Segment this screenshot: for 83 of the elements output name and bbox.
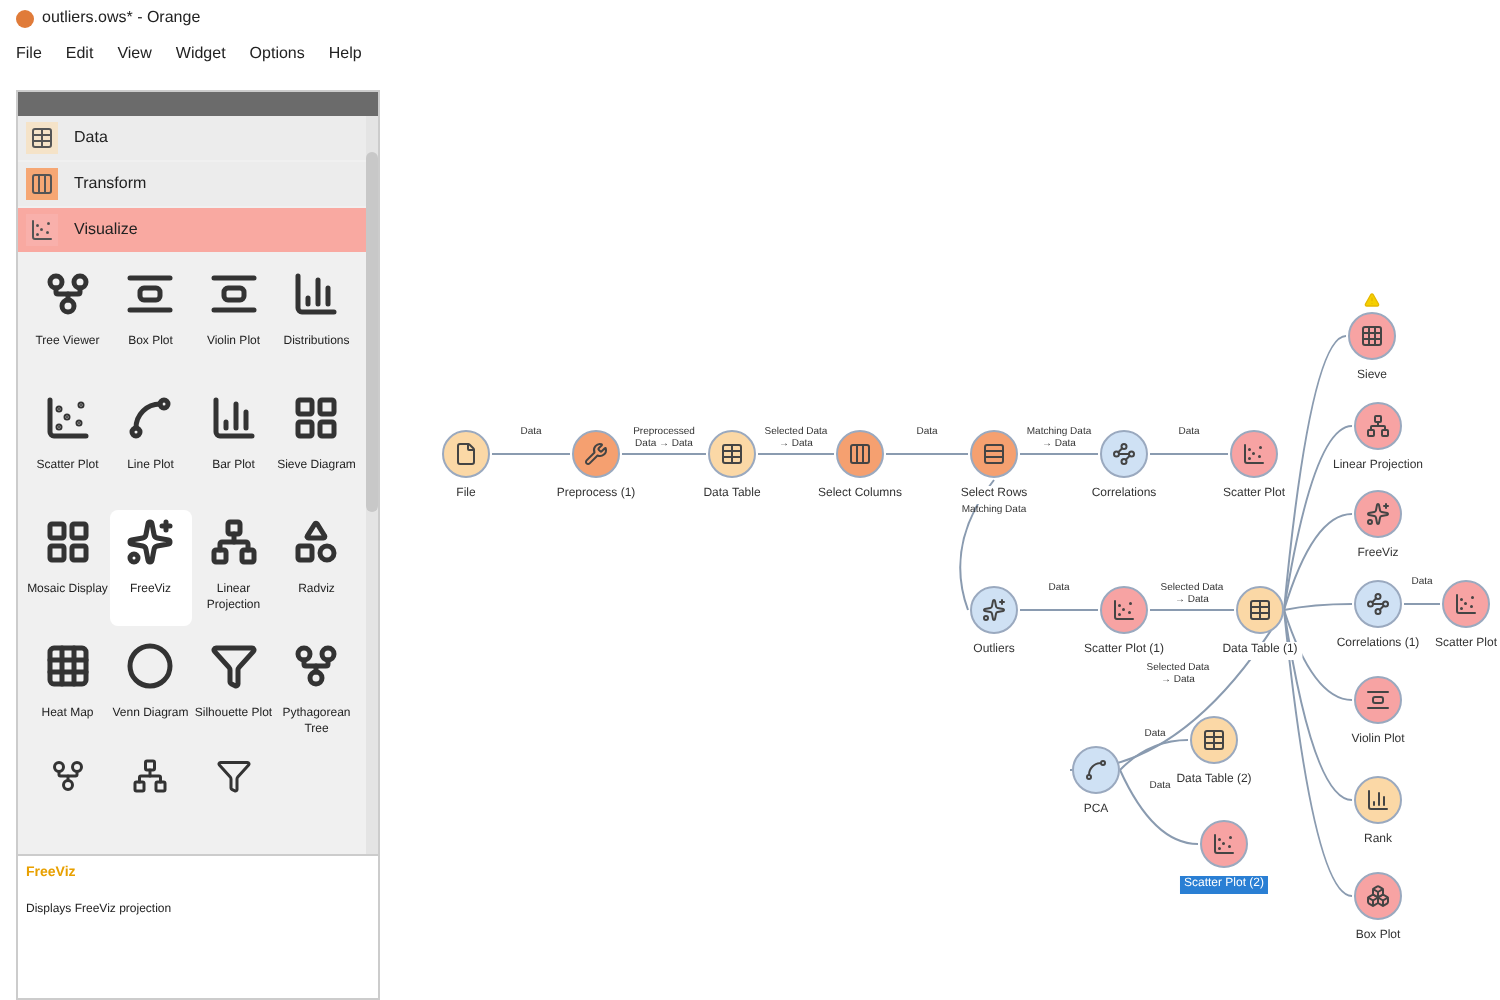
- node-icon: [1366, 502, 1390, 526]
- node-icon: [1248, 598, 1272, 622]
- widget-icon: [209, 394, 258, 442]
- widget-icon: [43, 270, 92, 318]
- window-title: outliers.ows* - Orange: [42, 6, 201, 30]
- node-icon: [1084, 758, 1108, 782]
- node-icon: [982, 598, 1006, 622]
- node-icon: [1366, 884, 1390, 908]
- widget-icon: [292, 270, 341, 318]
- widget-icon: [132, 758, 169, 794]
- category-tab[interactable]: Data: [18, 116, 366, 160]
- widget-node[interactable]: [1236, 586, 1284, 634]
- menu-item[interactable]: File: [16, 42, 42, 66]
- widget-node[interactable]: [1230, 430, 1278, 478]
- node-icon: [1212, 832, 1236, 856]
- widget-icon: [209, 642, 258, 690]
- widget-icon: [49, 758, 86, 794]
- node-icon: [1360, 324, 1384, 348]
- node-icon: [1454, 592, 1478, 616]
- connection-line: [491, 453, 571, 455]
- widget-node[interactable]: [836, 430, 884, 478]
- widget-icon: [292, 394, 341, 442]
- node-icon: [720, 442, 744, 466]
- widget-node[interactable]: [1348, 312, 1396, 360]
- category-icon: [30, 218, 54, 242]
- widget-icon: [209, 270, 258, 318]
- widget-node[interactable]: [1354, 676, 1402, 724]
- category-tab[interactable]: Visualize: [18, 208, 366, 252]
- widget-node[interactable]: [1100, 586, 1148, 634]
- menu-item[interactable]: View: [117, 42, 152, 66]
- connection-line: [757, 453, 835, 455]
- node-icon: [982, 442, 1006, 466]
- widget-icon: [126, 394, 175, 442]
- widget-node[interactable]: [1354, 580, 1402, 628]
- node-icon: [1242, 442, 1266, 466]
- widget-node[interactable]: [970, 430, 1018, 478]
- widget-icon: [209, 518, 258, 566]
- widget-node[interactable]: [1072, 746, 1120, 794]
- connection-line: [885, 453, 969, 455]
- widget-node[interactable]: [1190, 716, 1238, 764]
- widget-node[interactable]: [1354, 776, 1402, 824]
- widget-icon: [43, 394, 92, 442]
- app-logo-icon: [16, 9, 34, 27]
- node-icon: [1366, 592, 1390, 616]
- menu-item[interactable]: Widget: [175, 42, 226, 66]
- node-icon: [1366, 688, 1390, 712]
- connection-line: [1149, 453, 1229, 455]
- category-icon: [30, 126, 54, 150]
- widget-node[interactable]: [708, 430, 756, 478]
- widget-icon: [43, 642, 92, 690]
- node-icon: [1112, 598, 1136, 622]
- menu-item[interactable]: Edit: [65, 42, 94, 66]
- widget-node[interactable]: [1442, 580, 1490, 628]
- node-icon: [848, 442, 872, 466]
- widget-icon: [43, 518, 92, 566]
- node-icon: [454, 442, 478, 466]
- category-icon: [30, 172, 54, 196]
- widget-node[interactable]: [442, 430, 490, 478]
- widget-node[interactable]: [1354, 490, 1402, 538]
- widget-node[interactable]: [970, 586, 1018, 634]
- widget-node[interactable]: [1100, 430, 1148, 478]
- widget-icon: [292, 642, 341, 690]
- node-icon: [1366, 414, 1390, 438]
- menu-item[interactable]: Options: [249, 42, 305, 66]
- widget-icon: [126, 642, 175, 690]
- widget-icon: [126, 518, 175, 566]
- menu-item[interactable]: Help: [328, 42, 362, 66]
- node-icon: [584, 442, 608, 466]
- node-icon: [1112, 442, 1136, 466]
- widget-icon: [126, 270, 175, 318]
- connection-line: [1403, 603, 1441, 605]
- scrollbar[interactable]: [366, 116, 378, 854]
- widget-icon: [292, 518, 341, 566]
- connection-line: [621, 453, 707, 455]
- category-tab[interactable]: Transform: [18, 162, 366, 206]
- node-icon: [1202, 728, 1226, 752]
- widget-node[interactable]: [572, 430, 620, 478]
- widget-icon: [215, 758, 252, 794]
- widget-node[interactable]: [1354, 402, 1402, 450]
- node-icon: [1366, 788, 1390, 812]
- connection-line: [1019, 453, 1099, 455]
- widget-node[interactable]: [1354, 872, 1402, 920]
- widget-node[interactable]: [1200, 820, 1248, 868]
